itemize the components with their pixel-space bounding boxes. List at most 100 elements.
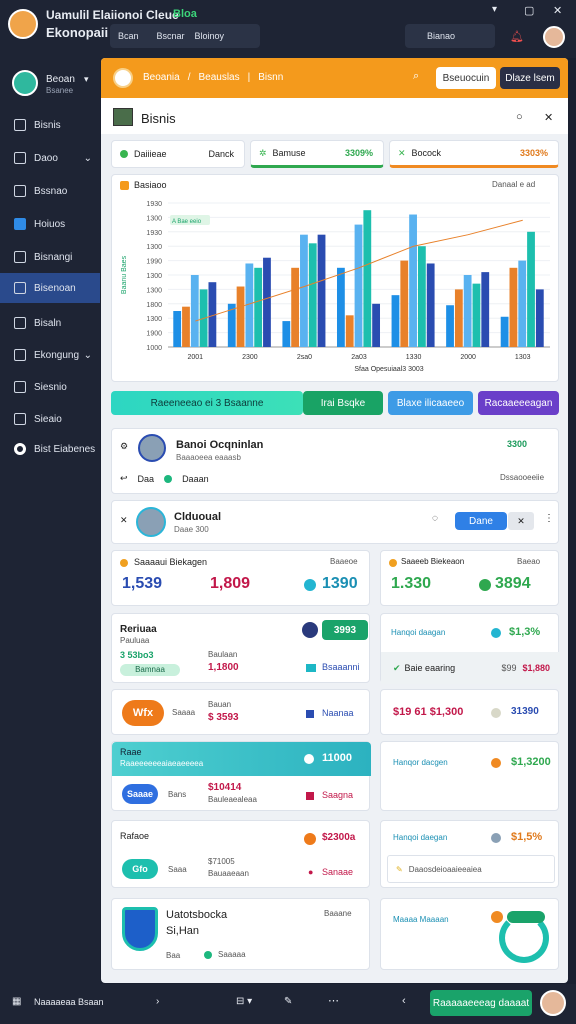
- sidebar-item-label: Bisaln: [34, 317, 62, 329]
- top-btn-3[interactable]: Bloinoy: [195, 31, 225, 41]
- footer-cta-button[interactable]: Raaaaaeeeag daaaat: [430, 990, 532, 1016]
- location-icon: ◌: [432, 513, 438, 524]
- dark-button[interactable]: Dlaze lsem: [500, 67, 560, 89]
- sidebar-item[interactable]: Bist Eiabenes: [0, 434, 100, 464]
- sidebar-item[interactable]: Siesnio: [0, 372, 100, 402]
- window-icon[interactable]: ⊟ ▾: [236, 996, 252, 1007]
- card-value: $ 3593: [208, 712, 239, 723]
- action-green-button[interactable]: Irai Bsqke: [303, 391, 383, 415]
- more-icon[interactable]: ⋮: [544, 513, 554, 524]
- bar: [509, 267, 518, 347]
- x-tick-label: 2sa0: [297, 354, 312, 361]
- sidebar-item[interactable]: Bisnangi: [0, 242, 100, 272]
- sidebar-item[interactable]: Bssnao: [0, 176, 100, 206]
- tab-3[interactable]: ✕ Bocock 3303%: [389, 140, 559, 168]
- bar: [481, 272, 490, 347]
- sidebar-item-active[interactable]: Bisenoan: [0, 273, 100, 303]
- top-btn-1[interactable]: Bcan: [118, 31, 139, 41]
- profile-sub: Daae 300: [174, 525, 209, 534]
- item-card: Wfx Saaaa Bauan $ 3593 Naanaa: [111, 689, 370, 735]
- action-blue-button[interactable]: Blaxe ilicaaeeo: [388, 391, 473, 415]
- avatar[interactable]: [540, 990, 566, 1016]
- user-sub: Bsanee: [46, 86, 74, 95]
- grid-icon[interactable]: ▦: [12, 996, 21, 1007]
- card-sub: Raaeeeeeeaiaeaeeeea: [120, 759, 204, 768]
- search-box[interactable]: Bianao: [405, 24, 495, 48]
- sidebar-item-label: Siesnio: [34, 381, 67, 393]
- y-tick-label: 1930: [146, 201, 162, 208]
- chevron-down-icon[interactable]: ▾: [492, 4, 497, 15]
- search-icon[interactable]: ⌕: [413, 70, 419, 83]
- card-sub: Saaaa: [172, 708, 196, 717]
- x-tick-label: 2001: [187, 354, 203, 361]
- sidebar-item[interactable]: Bisaln: [0, 308, 100, 338]
- bar: [417, 246, 426, 347]
- box-icon: [14, 185, 26, 197]
- breadcrumb-item[interactable]: Beauslas: [198, 72, 239, 83]
- bar: [426, 263, 435, 347]
- edit-icon: [14, 152, 26, 164]
- primary-button[interactable]: Bseuocuin: [436, 67, 496, 89]
- window-icon[interactable]: ▢: [524, 4, 534, 17]
- sidebar-item[interactable]: Bisnis: [0, 110, 100, 140]
- profile-card[interactable]: ⚙ Banoi Ocqninlan Baaaoeea eaaasb ↩ Daa D…: [111, 428, 559, 494]
- sidebar-item[interactable]: Sieaio: [0, 404, 100, 434]
- expand-icon[interactable]: ✕: [544, 111, 553, 124]
- card-tag: Bsaaanni: [322, 662, 360, 672]
- page-title: Bisnis: [141, 111, 176, 126]
- item-card: $19 61 $1,300 31390: [380, 689, 559, 735]
- card-right: Baaane: [324, 909, 352, 918]
- tab-label: Bamuse: [272, 148, 306, 158]
- bar: [400, 260, 409, 347]
- card-label: Saaa: [168, 865, 187, 874]
- tag-icon: ●: [308, 867, 314, 877]
- breadcrumb-item[interactable]: Bisnn: [258, 72, 283, 83]
- y-tick-label: 1990: [146, 259, 162, 266]
- header-bar: Beoania / Beauslas | Bisnn ⌕ Bseuocuin Dla…: [101, 58, 568, 98]
- settings-icon[interactable]: ⚙: [120, 441, 128, 452]
- close-icon[interactable]: ✕: [120, 515, 128, 526]
- action-button[interactable]: Dane: [455, 512, 507, 530]
- tab-2[interactable]: ✲ Bamuse 3309%: [250, 140, 384, 168]
- x-tick-label: 2a03: [351, 354, 367, 361]
- close-icon[interactable]: ✕: [508, 512, 534, 530]
- x-tick-label: 2000: [460, 354, 476, 361]
- card-value: 1,1800: [208, 662, 239, 673]
- close-icon[interactable]: ✕: [553, 4, 562, 17]
- card-label: Bauan: [208, 700, 232, 709]
- status-icon: [491, 628, 501, 638]
- y-tick-label: 1900: [146, 331, 162, 338]
- y-tick-label: 1300: [146, 316, 162, 323]
- avatar[interactable]: [543, 26, 565, 48]
- sidebar-item[interactable]: Ekongung ⌄: [0, 340, 100, 370]
- badge-value: 3993: [322, 620, 368, 640]
- pen-icon[interactable]: ✎: [284, 996, 292, 1007]
- pin-icon[interactable]: ○: [516, 111, 523, 123]
- card-chip: Gfo: [122, 859, 158, 879]
- profile-meta: ↩ Daa Daaan: [120, 473, 209, 484]
- bar: [446, 305, 454, 347]
- more-icon[interactable]: ⋯: [328, 994, 339, 1007]
- chevron-down-icon[interactable]: ▾: [84, 74, 89, 85]
- bell-icon[interactable]: 🔔︎: [510, 30, 524, 43]
- card-value: 31390: [511, 706, 539, 717]
- avatar[interactable]: [12, 70, 38, 96]
- tab-1[interactable]: Daiiieae Danck: [111, 140, 245, 168]
- x-tick-label: 1330: [406, 354, 422, 361]
- sidebar-item[interactable]: Daoo ⌄: [0, 143, 100, 173]
- info-row: ✔ Baie eaaring $99 $1,880: [381, 652, 560, 684]
- app-logo: [8, 9, 38, 39]
- action-teal-button[interactable]: Raeeneeao ei 3 Bsaanne: [111, 391, 303, 415]
- card-label: Baa: [166, 951, 181, 960]
- sun-icon: [113, 68, 133, 88]
- profile-card[interactable]: ✕ Clduoual Daae 300 ◌ Dane ✕ ⋮: [111, 500, 559, 544]
- bar: [527, 231, 535, 347]
- top-btn-2[interactable]: Bscnar: [157, 31, 185, 41]
- breadcrumb-item[interactable]: Beoania: [143, 72, 180, 83]
- chevron-right-icon[interactable]: ›: [156, 996, 159, 1007]
- action-purple-button[interactable]: Racaaeeeagan: [478, 391, 559, 415]
- chevron-left-icon[interactable]: ‹: [402, 995, 406, 1007]
- sidebar-item[interactable]: Hoiuos: [0, 209, 100, 239]
- row-label: Daaosdeioaaieeaiea: [408, 864, 482, 874]
- x-tick-label: 2300: [242, 354, 258, 361]
